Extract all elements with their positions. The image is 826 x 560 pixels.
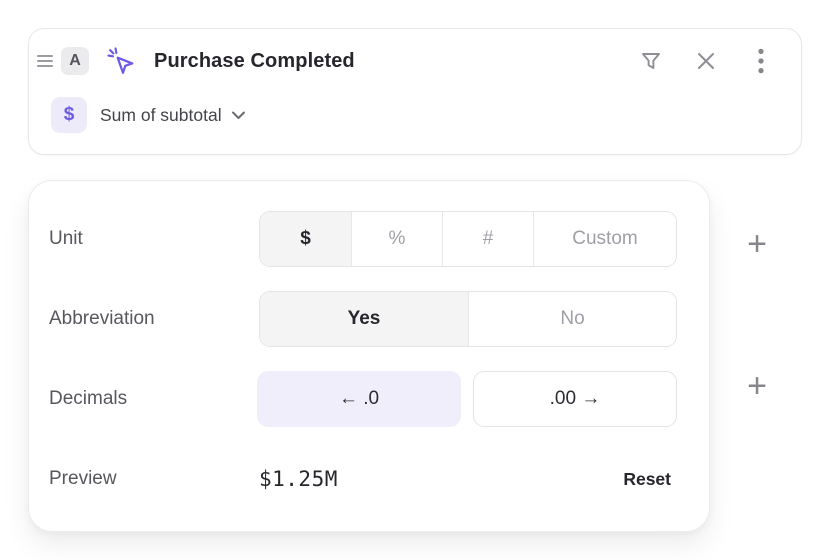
chevron-down-icon [231,110,246,120]
format-settings-panel: Unit $ % # Custom Abbreviation Yes No De… [28,180,710,532]
more-options-button[interactable] [747,47,775,75]
dollar-badge: $ [51,97,87,133]
abbreviation-option-yes[interactable]: Yes [260,292,468,346]
unit-label: Unit [49,228,259,250]
event-card-header: A Purchase Completed [35,43,775,79]
metric-row: $ Sum of subtotal [51,97,775,133]
event-index-badge: A [61,47,89,75]
unit-option-number[interactable]: # [442,212,533,266]
funnel-icon [639,49,663,73]
kebab-icon [758,48,764,74]
preview-label: Preview [49,468,259,490]
click-cursor-icon [106,46,136,76]
reset-button[interactable]: Reset [623,469,671,490]
increase-decimals-button[interactable]: .00 → [473,371,677,427]
close-icon [695,50,717,72]
preview-row: Preview $1.25M Reset [49,451,677,507]
filter-button[interactable] [637,47,665,75]
decimals-label: Decimals [49,388,257,410]
unit-option-dollar[interactable]: $ [260,212,351,266]
add-event-button[interactable]: + [738,367,776,405]
metric-editor: A Purchase Completed [0,0,826,560]
abbreviation-option-no[interactable]: No [468,292,676,346]
decimals-row: Decimals ← .0 .00 → [49,371,677,427]
event-title[interactable]: Purchase Completed [154,50,355,73]
event-card: A Purchase Completed [28,28,802,155]
drag-handle-icon[interactable] [37,55,53,67]
event-card-actions [637,47,775,75]
decrease-decimals-button[interactable]: ← .0 [257,371,461,427]
preview-value: $1.25M [259,467,338,491]
unit-option-percent[interactable]: % [351,212,442,266]
metric-label: Sum of subtotal [100,105,222,126]
add-filter-button[interactable]: + [738,225,776,263]
close-button[interactable] [692,47,720,75]
abbreviation-row: Abbreviation Yes No [49,291,677,347]
plus-icon: + [747,225,767,263]
dollar-symbol: $ [64,104,75,126]
metric-dropdown[interactable]: Sum of subtotal [100,105,246,126]
plus-icon: + [747,367,767,405]
unit-segmented-control: $ % # Custom [259,211,677,267]
abbreviation-label: Abbreviation [49,308,259,330]
unit-row: Unit $ % # Custom [49,211,677,267]
abbreviation-segmented-control: Yes No [259,291,677,347]
unit-option-custom[interactable]: Custom [533,212,676,266]
